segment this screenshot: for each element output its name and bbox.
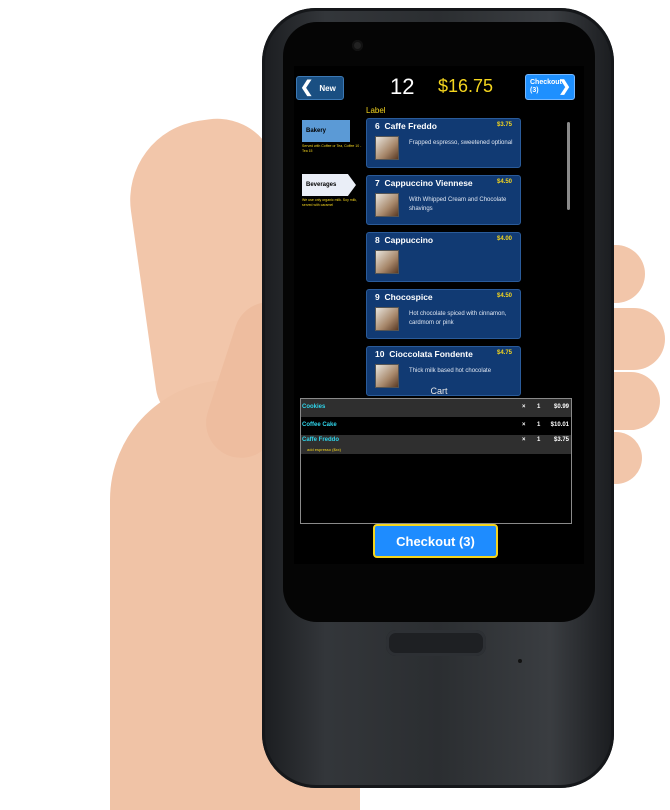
cart-row[interactable]: Cookies × 1 $0.99 — [301, 399, 571, 417]
cart-item-times: × — [522, 437, 526, 443]
cart-item-price: $0.99 — [553, 404, 569, 410]
category-bakery[interactable]: Bakery — [302, 120, 350, 142]
item-photo — [375, 136, 399, 160]
menu-item-caffe-freddo[interactable]: 6 Caffe Freddo $3.75 Frapped espresso, s… — [366, 118, 521, 168]
menu-item-chocospice[interactable]: 9 Chocospice $4.50 Hot chocolate spiced … — [366, 289, 521, 339]
order-number: 12 — [390, 74, 415, 99]
item-description: Thick milk based hot chocolate — [409, 368, 492, 374]
item-photo — [375, 250, 399, 274]
item-price: $3.75 — [496, 122, 512, 128]
item-name: Caffe Freddo — [384, 121, 437, 131]
cart-item-name: Caffe Freddo — [302, 437, 340, 443]
item-description: Frapped espresso, sweetened optional — [409, 140, 513, 146]
cart-item-times: × — [522, 422, 526, 428]
item-number: 7 — [375, 178, 380, 188]
cart-item-name: Coffee Cake — [302, 422, 337, 428]
cart-item-times: × — [522, 404, 526, 410]
menu-scrollbar[interactable] — [567, 122, 570, 210]
section-label: Label — [366, 106, 386, 115]
item-number: 6 — [375, 121, 380, 131]
cart-item-price: $10.01 — [550, 422, 569, 428]
pos-screen: ❮ New 12 $16.75 Checkout (3) ❯ Label Bake… — [294, 66, 584, 564]
item-photo — [375, 307, 399, 331]
checkout-top-label: Checkout — [530, 79, 562, 86]
category-label: Bakery — [306, 128, 327, 134]
menu-item-cappuccino-viennese[interactable]: 7 Cappuccino Viennese $4.50 With Whipped… — [366, 175, 521, 225]
cart-item-qty: 1 — [537, 437, 541, 443]
order-total: $16.75 — [438, 76, 494, 96]
item-photo — [375, 193, 399, 217]
checkout-top-button[interactable]: Checkout (3) ❯ — [525, 74, 575, 100]
chevron-left-icon: ❮ — [300, 79, 314, 96]
category-label: Beverages — [306, 182, 337, 188]
item-price: $4.75 — [496, 350, 512, 356]
item-name: Cappuccino Viennese — [384, 178, 473, 188]
item-name: Cioccolata Fondente — [389, 349, 473, 359]
item-price: $4.50 — [496, 293, 512, 299]
item-description: With Whipped Cream and Chocolate shaving… — [409, 197, 507, 212]
menu-item-list: 6 Caffe Freddo $3.75 Frapped espresso, s… — [366, 118, 521, 403]
cart-row[interactable]: Caffe Freddo × 1 $3.75 add espresso ($xx… — [301, 435, 571, 454]
chevron-right-icon: ❯ — [558, 78, 571, 95]
cart-item-name: Cookies — [302, 404, 326, 410]
item-number: 10 — [375, 349, 385, 359]
item-name: Chocospice — [384, 292, 433, 302]
new-order-button[interactable]: ❮ New — [296, 76, 344, 100]
cart-row[interactable]: Coffee Cake × 1 $10.01 — [301, 417, 571, 435]
cart-item-modifier: add espresso ($xx) — [307, 447, 342, 452]
menu-item-cappuccino[interactable]: 8 Cappuccino $4.00 — [366, 232, 521, 282]
item-price: $4.00 — [496, 236, 512, 242]
camera-icon — [352, 40, 363, 51]
item-number: 8 — [375, 235, 380, 245]
home-button[interactable] — [386, 630, 486, 656]
item-price: $4.50 — [496, 179, 512, 185]
item-name: Cappuccino — [384, 235, 434, 245]
category-description: Served with Coffee or Tea, Coffee 10 - T… — [302, 144, 362, 153]
item-photo — [375, 364, 399, 388]
cart-item-price: $3.75 — [553, 437, 569, 443]
checkout-top-count: (3) — [530, 87, 539, 94]
cart-list: Cookies × 1 $0.99 Coffee Cake × 1 $10.01… — [300, 398, 572, 524]
cart-item-qty: 1 — [537, 422, 541, 428]
item-description: Hot chocolate spiced with cinnamon, card… — [409, 311, 507, 326]
new-order-label: New — [319, 83, 336, 93]
category-description: We use only organic milk. Soy milk, serv… — [302, 198, 357, 207]
checkout-button[interactable]: Checkout (3) — [373, 524, 498, 558]
cart-title: Cart — [430, 386, 448, 396]
item-number: 9 — [375, 292, 380, 302]
cart-item-qty: 1 — [537, 404, 541, 410]
microphone-hole — [518, 659, 522, 663]
category-beverages[interactable]: Beverages — [302, 174, 356, 196]
